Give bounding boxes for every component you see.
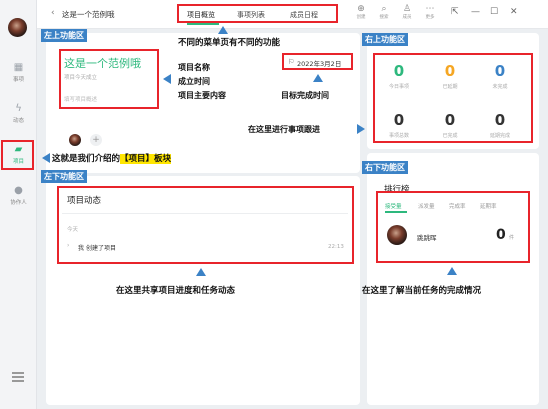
pointer-triangle bbox=[42, 153, 50, 163]
module-note: 这就是我们介绍的【项目】板块 bbox=[52, 152, 172, 164]
pointer-triangle bbox=[313, 74, 323, 82]
ranking-count: 0 bbox=[496, 227, 506, 243]
more-button[interactable]: ⋯ 更多 bbox=[419, 4, 441, 20]
stat-today[interactable]: 0 今日事项 bbox=[377, 63, 421, 91]
close-icon[interactable]: ✕ bbox=[510, 7, 518, 17]
module-note-highlight: 【项目】板块 bbox=[120, 154, 172, 164]
pulse-icon: ϟ bbox=[15, 103, 22, 114]
sidebar-item-label: 事项 bbox=[12, 77, 24, 83]
pointer-triangle bbox=[357, 124, 365, 134]
calendar-icon: ▦ bbox=[13, 62, 24, 73]
person-icon: ● bbox=[14, 185, 23, 196]
stat-unfinished[interactable]: 0 未完成 bbox=[478, 63, 522, 91]
stat-delayed[interactable]: 0 已延期 bbox=[428, 63, 472, 91]
members-icon: ♙ bbox=[402, 4, 412, 14]
info-note-content: 项目主要内容 bbox=[178, 91, 226, 100]
active-tab-indicator bbox=[187, 23, 219, 25]
stat-delayed-completed[interactable]: 0 延期完成 bbox=[478, 112, 522, 140]
members-button[interactable]: ♙ 成员 bbox=[396, 4, 418, 20]
members-label: 成员 bbox=[402, 15, 412, 20]
sidebar-item-label: 协作人 bbox=[10, 200, 27, 206]
tab-bar: 项目概览 事项列表 成员日程 bbox=[177, 4, 338, 25]
create-button[interactable]: ⊕ 创建 bbox=[350, 4, 372, 20]
pointer-triangle bbox=[163, 74, 171, 84]
add-member-icon[interactable]: + bbox=[90, 134, 102, 146]
ranking-tab-delay[interactable]: 延期率 bbox=[480, 202, 497, 210]
member-avatar[interactable] bbox=[69, 134, 81, 146]
pin-icon[interactable]: ⇱ bbox=[451, 7, 459, 17]
pointer-triangle bbox=[447, 267, 457, 275]
more-label: 更多 bbox=[425, 15, 435, 20]
project-name[interactable]: 这是一个范例哦 bbox=[64, 55, 141, 71]
target-date[interactable]: 2022年3月2日 bbox=[297, 58, 341, 68]
label-bottom-right: 右下功能区 bbox=[362, 161, 408, 174]
search-button[interactable]: ⌕ 搜索 bbox=[373, 4, 395, 20]
maximize-icon[interactable]: ☐ bbox=[490, 7, 498, 17]
tracking-note: 在这里进行事项跟进 bbox=[248, 125, 320, 134]
avatar[interactable] bbox=[8, 18, 27, 37]
create-label: 创建 bbox=[356, 15, 366, 20]
sidebar-item-collaborators[interactable]: ● 协作人 bbox=[0, 185, 37, 207]
search-icon: ⌕ bbox=[381, 4, 387, 14]
window-title: 这是一个范例哦 bbox=[62, 10, 115, 19]
top-bar: ‹ 这是一个范例哦 项目概览 事项列表 成员日程 ⊕ 创建 ⌕ 搜索 ♙ 成员 ⋯ 更多… bbox=[37, 0, 548, 29]
ranking-tab-dispatched[interactable]: 派发量 bbox=[418, 202, 435, 210]
activity-entry-time: 22:13 bbox=[328, 244, 344, 250]
bullet-icon: › bbox=[67, 242, 70, 249]
sidebar-item-tasks[interactable]: ▦ 事项 bbox=[0, 62, 37, 84]
minimize-icon[interactable]: — bbox=[471, 7, 480, 17]
pointer-triangle bbox=[218, 26, 228, 34]
label-bottom-left: 左下功能区 bbox=[41, 170, 87, 183]
ranking-tab-indicator bbox=[385, 211, 407, 213]
activity-entry-text: 创建了项目 bbox=[86, 245, 117, 252]
date-note: 目标完成时间 bbox=[281, 91, 329, 100]
activity-highlight bbox=[57, 186, 354, 264]
ranking-note: 在这里了解当前任务的完成情况 bbox=[362, 286, 482, 296]
stat-total[interactable]: 0 事项总数 bbox=[377, 112, 421, 140]
divider bbox=[62, 213, 348, 214]
plus-circle-icon: ⊕ bbox=[357, 4, 365, 14]
ranking-unit: 件 bbox=[509, 235, 515, 241]
sidebar-item-label: 动态 bbox=[12, 118, 24, 124]
project-founded: 项目今天成立 bbox=[64, 75, 98, 81]
ranking-user-avatar[interactable] bbox=[387, 225, 407, 245]
ranking-tab-received[interactable]: 接受量 bbox=[385, 202, 402, 210]
tab-task-list[interactable]: 事项列表 bbox=[237, 10, 265, 20]
ranking-user-name: 跳跳晖 bbox=[417, 234, 437, 242]
activity-note: 在这里共享项目进度和任务动态 bbox=[116, 286, 236, 296]
chevron-left-icon[interactable]: ‹ bbox=[51, 8, 55, 18]
sidebar-project-highlight bbox=[1, 140, 34, 170]
search-label: 搜索 bbox=[379, 15, 389, 20]
project-description-field[interactable]: 填写项目概述 bbox=[64, 95, 97, 103]
stat-completed[interactable]: 0 已完成 bbox=[428, 112, 472, 140]
more-icon: ⋯ bbox=[425, 4, 435, 14]
info-note-founded: 成立时间 bbox=[178, 77, 210, 86]
flag-icon: ⚐ bbox=[288, 58, 295, 66]
activity-title: 项目动态 bbox=[67, 196, 102, 206]
sidebar-item-activity[interactable]: ϟ 动态 bbox=[0, 103, 37, 125]
tabs-note: 不同的菜单页有不同的功能 bbox=[178, 38, 281, 48]
ranking-tab-completion[interactable]: 完成率 bbox=[449, 202, 466, 210]
tab-member-schedule[interactable]: 成员日程 bbox=[290, 10, 318, 20]
activity-day: 今天 bbox=[67, 227, 79, 233]
activity-entry-user: 我 bbox=[78, 245, 85, 252]
module-note-prefix: 这就是我们介绍的 bbox=[52, 154, 121, 164]
info-note-name: 项目名称 bbox=[178, 63, 210, 72]
hamburger-menu-icon[interactable] bbox=[12, 372, 24, 382]
pointer-triangle bbox=[196, 268, 206, 276]
label-top-left: 左上功能区 bbox=[41, 29, 87, 42]
tab-overview[interactable]: 项目概览 bbox=[187, 10, 215, 20]
label-top-right: 右上功能区 bbox=[362, 33, 408, 46]
sidebar: ▦ 事项 ϟ 动态 ▰ 项目 ● 协作人 bbox=[0, 0, 37, 409]
